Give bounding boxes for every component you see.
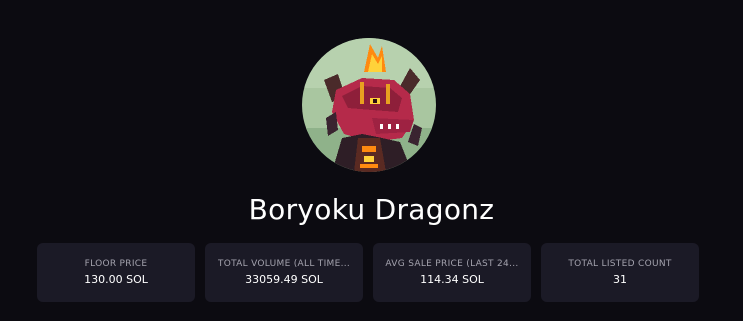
stat-label: TOTAL LISTED COUNT	[568, 259, 672, 269]
stat-card-floor-price: FLOOR PRICE 130.00 SOL	[37, 243, 195, 302]
collection-avatar	[302, 38, 436, 172]
stat-value: 31	[613, 273, 627, 286]
stat-card-avg-sale-price: AVG SALE PRICE (LAST 24... 114.34 SOL	[373, 243, 531, 302]
collection-header: Boryoku Dragonz FLOOR PRICE 130.00 SOL T…	[0, 0, 743, 321]
stat-label: AVG SALE PRICE (LAST 24...	[385, 259, 519, 269]
dragon-icon	[302, 38, 436, 172]
stat-value: 33059.49 SOL	[245, 273, 323, 286]
stats-row: FLOOR PRICE 130.00 SOL TOTAL VOLUME (ALL…	[37, 243, 701, 302]
stat-label: TOTAL VOLUME (ALL TIME...	[217, 259, 351, 269]
stat-value: 114.34 SOL	[420, 273, 484, 286]
collection-title: Boryoku Dragonz	[248, 193, 495, 226]
stat-label: FLOOR PRICE	[84, 259, 148, 269]
stat-card-total-listed-count: TOTAL LISTED COUNT 31	[541, 243, 699, 302]
stat-value: 130.00 SOL	[84, 273, 148, 286]
stat-card-total-volume: TOTAL VOLUME (ALL TIME... 33059.49 SOL	[205, 243, 363, 302]
